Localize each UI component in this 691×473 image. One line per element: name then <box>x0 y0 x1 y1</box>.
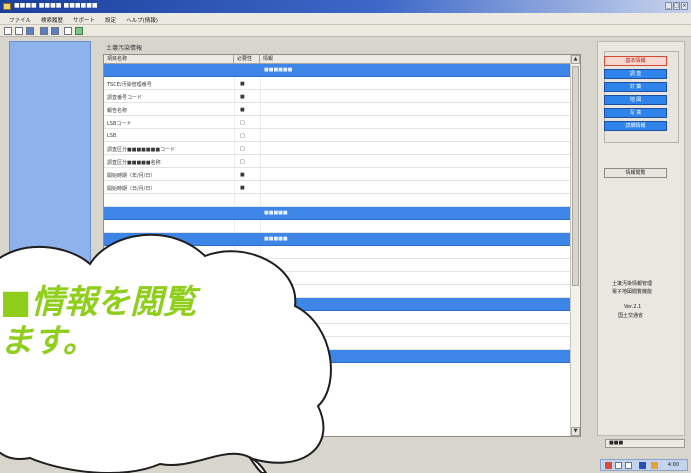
app-version: Ver.2.1 <box>624 304 642 310</box>
panel-label: 土壌汚染情報 <box>106 45 143 52</box>
table-row[interactable]: LSB □ <box>104 129 572 142</box>
menu-item-settings[interactable]: 設定 <box>100 13 121 24</box>
copy-icon[interactable] <box>64 27 72 35</box>
scroll-down-icon[interactable]: ▼ <box>571 427 580 436</box>
row-section-label: ■■■■■■ <box>264 67 293 73</box>
map-button[interactable]: 地 図 <box>604 95 667 105</box>
table-row[interactable]: TSCE/汚染管理番号 ■ <box>104 77 572 90</box>
tray-network-icon[interactable] <box>639 462 646 469</box>
row-item-name: 報告名称 <box>107 108 128 114</box>
column-header-required[interactable]: 必要性 <box>234 55 260 64</box>
section-row[interactable]: ■■■■■ <box>104 207 572 220</box>
row-required-mark: ■ <box>240 172 245 178</box>
column-header-name[interactable]: 項目名称 <box>104 55 234 64</box>
tray-doc-icon[interactable] <box>625 462 632 469</box>
window-controls: _ □ × <box>665 2 688 10</box>
menu-item-support[interactable]: サポート <box>68 13 100 24</box>
table-row[interactable]: 調査区分■■■■■■■コード □ <box>104 142 572 155</box>
preview-icon[interactable] <box>51 27 59 35</box>
scroll-up-icon[interactable]: ▲ <box>571 55 580 64</box>
save-icon[interactable] <box>26 27 34 35</box>
close-icon[interactable]: × <box>681 2 688 10</box>
open-icon[interactable] <box>15 27 23 35</box>
maximize-icon[interactable]: □ <box>673 2 680 10</box>
app-organization: 国土交通省 <box>618 313 644 319</box>
row-required-mark: □ <box>240 120 245 126</box>
row-item-name: TSCE/汚染管理番号 <box>107 82 152 88</box>
section-row[interactable]: ■■■■■■ <box>104 64 572 77</box>
minimize-icon[interactable]: _ <box>665 2 672 10</box>
menu-item-help[interactable]: ヘルプ(情報) <box>121 13 163 24</box>
row-item-name: LSB <box>107 133 117 139</box>
row-item-name: 開始時期（年/月/日） <box>107 173 156 179</box>
menu-item-file[interactable]: ファイル <box>4 13 36 24</box>
countermeasure-button[interactable]: 対 策 <box>604 82 667 92</box>
row-required-mark: ■ <box>240 107 245 113</box>
table-row[interactable]: LSBコード □ <box>104 116 572 129</box>
table-row[interactable]: 調査番号コード ■ <box>104 90 572 103</box>
row-item-name: 調査区分■■■■■名称 <box>107 160 161 166</box>
new-icon[interactable] <box>4 27 12 35</box>
row-required-mark: ■ <box>240 81 245 87</box>
vertical-scrollbar[interactable]: ▲ ▼ <box>570 55 580 436</box>
row-item-name: 調査区分■■■■■■■コード <box>107 147 176 153</box>
table-row[interactable] <box>104 194 572 207</box>
basic-info-button[interactable]: 基本情報 <box>604 56 667 66</box>
bubble-message: ■情報を閲覧 ます。 <box>0 282 197 360</box>
check-icon[interactable] <box>75 27 83 35</box>
menu-bar: ファイル 検索履歴 サポート 設定 ヘルプ(情報) <box>0 13 691 25</box>
table-row[interactable]: 報告名称 ■ <box>104 103 572 116</box>
photo-button[interactable]: 写 真 <box>604 108 667 118</box>
table-row[interactable]: 調査区分■■■■■名称 □ <box>104 155 572 168</box>
row-required-mark: □ <box>240 146 245 152</box>
browse-info-button[interactable]: 情報閲覧 <box>604 168 667 178</box>
tray-window-icon[interactable] <box>615 462 622 469</box>
table-row[interactable]: 開始時期（年/月/日） ■ <box>104 168 572 181</box>
print-icon[interactable] <box>40 27 48 35</box>
tray-volume-icon[interactable] <box>651 462 658 469</box>
row-required-mark: □ <box>240 133 245 139</box>
row-section-label: ■■■■■ <box>264 210 288 216</box>
app-info-line1: 土壌汚染情報管理 <box>612 281 653 287</box>
detail-info-button[interactable]: 詳細情報 <box>604 121 667 131</box>
row-required-mark: ■ <box>240 94 245 100</box>
grid-header: 項目名称 必要性 情報 <box>104 55 572 64</box>
row-item-name: 開始時期（日/月/日） <box>107 186 156 192</box>
scroll-thumb[interactable] <box>572 66 579 286</box>
tray-app-icon[interactable] <box>605 462 612 469</box>
tray-clock: 4:00 <box>667 462 679 468</box>
survey-button[interactable]: 調 査 <box>604 69 667 79</box>
row-item-name: LSBコード <box>107 121 132 127</box>
right-pane: 基本情報 調 査 対 策 地 図 写 真 詳細情報 情報閲覧 土壌汚染情報管理 … <box>597 41 685 436</box>
title-bar: ■■■■ ■■■■ ■■■■■■ _ □ × <box>0 0 691 13</box>
speech-bubble: ■情報を閲覧 ます。 <box>0 226 340 473</box>
row-required-mark: ■ <box>240 185 245 191</box>
row-required-mark: □ <box>240 159 245 165</box>
window-title: ■■■■ ■■■■ ■■■■■■ <box>14 2 98 9</box>
system-tray: 4:00 <box>600 459 688 471</box>
row-item-name: 調査番号コード <box>107 95 143 101</box>
table-row[interactable]: 開始時期（日/月/日） ■ <box>104 181 572 194</box>
menu-item-history[interactable]: 検索履歴 <box>36 13 68 24</box>
column-header-info[interactable]: 情報 <box>260 55 572 64</box>
status-field: ■■■ <box>605 439 685 448</box>
app-icon <box>3 3 11 10</box>
toolbar <box>0 25 691 37</box>
app-info-line2: 電子地図閲覧機能 <box>612 289 653 295</box>
